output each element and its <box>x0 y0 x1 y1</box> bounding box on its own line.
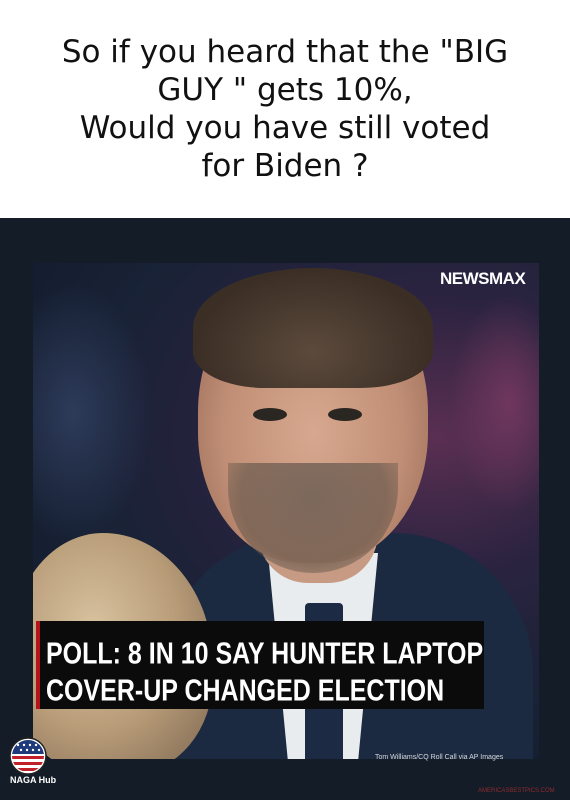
caption-text: So if you heard that the "BIG GUY " gets… <box>61 34 509 184</box>
watermark: AMERICASBESTPICS.COM <box>478 788 555 794</box>
left-eye <box>253 408 287 421</box>
right-eye <box>328 408 362 421</box>
news-image-frame: NEWSMAX POLL: 8 IN 10 SAY HUNTER LAPTOP … <box>0 218 570 800</box>
meme-caption: So if you heard that the "BIG GUY " gets… <box>0 0 570 218</box>
hair <box>193 268 433 388</box>
photo-credit: Tom Williams/CQ Roll Call via AP Images <box>375 754 504 761</box>
logo-name: NAGA Hub <box>10 775 57 785</box>
newsmax-logo: NEWSMAX <box>440 269 526 288</box>
american-flag-badge-icon <box>9 737 47 775</box>
headline-bar: POLL: 8 IN 10 SAY HUNTER LAPTOP COVER-UP… <box>36 621 484 709</box>
headline-text: POLL: 8 IN 10 SAY HUNTER LAPTOP COVER-UP… <box>46 636 484 708</box>
